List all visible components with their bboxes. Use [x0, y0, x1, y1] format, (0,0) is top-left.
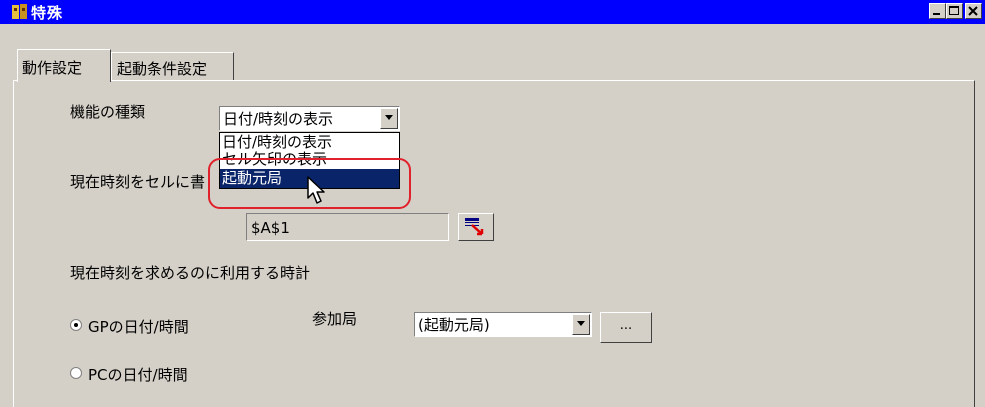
dropdown-button[interactable] — [380, 108, 398, 129]
dropdown-button[interactable] — [572, 314, 590, 335]
chevron-down-icon — [577, 321, 585, 326]
radio-selected-dot — [74, 323, 78, 327]
write-time-label: 現在時刻をセルに書 — [70, 173, 206, 191]
station-value: (起動元局) — [418, 316, 490, 334]
tab-label: 動作設定 — [22, 59, 83, 77]
maximize-button[interactable] — [946, 3, 963, 19]
station-select[interactable]: (起動元局) — [414, 312, 592, 337]
function-type-value: 日付/時刻の表示 — [223, 110, 334, 128]
function-type-label: 機能の種類 — [70, 103, 146, 121]
dialog-window: 特殊 動作設定 起動条件設定 機能の種類 日付/時刻の表示 現在時刻をセルに書 … — [0, 0, 985, 407]
cell-address-field[interactable]: $A$1 — [246, 213, 449, 241]
minimize-icon — [933, 13, 940, 15]
tab-label: 起動条件設定 — [117, 60, 208, 78]
title-bar[interactable]: 特殊 — [0, 0, 985, 24]
chevron-down-icon — [385, 115, 393, 120]
station-label: 参加局 — [312, 310, 358, 328]
tab-panel — [13, 80, 975, 407]
close-button[interactable] — [965, 3, 982, 19]
radio-pc-time[interactable] — [70, 367, 82, 379]
tab-trigger-settings[interactable]: 起動条件設定 — [111, 52, 234, 80]
cell-picker-icon — [465, 218, 484, 236]
function-type-select[interactable]: 日付/時刻の表示 — [219, 106, 400, 131]
station-browse-button[interactable]: ... — [600, 312, 652, 343]
radio-gp-time[interactable] — [70, 319, 82, 331]
minimize-button[interactable] — [929, 3, 946, 19]
maximize-icon — [949, 6, 959, 15]
tab-operation-settings[interactable]: 動作設定 — [17, 49, 111, 82]
app-icon — [12, 4, 27, 19]
mouse-cursor-icon — [307, 176, 325, 204]
window-title: 特殊 — [31, 4, 64, 22]
clock-source-label: 現在時刻を求めるのに利用する時計 — [70, 264, 311, 282]
close-icon — [968, 6, 978, 16]
cell-address-value: $A$1 — [251, 219, 290, 237]
cell-picker-button[interactable] — [458, 213, 494, 241]
radio-pc-time-label[interactable]: PCの日付/時間 — [88, 364, 188, 385]
radio-gp-time-label[interactable]: GPの日付/時間 — [88, 316, 189, 337]
